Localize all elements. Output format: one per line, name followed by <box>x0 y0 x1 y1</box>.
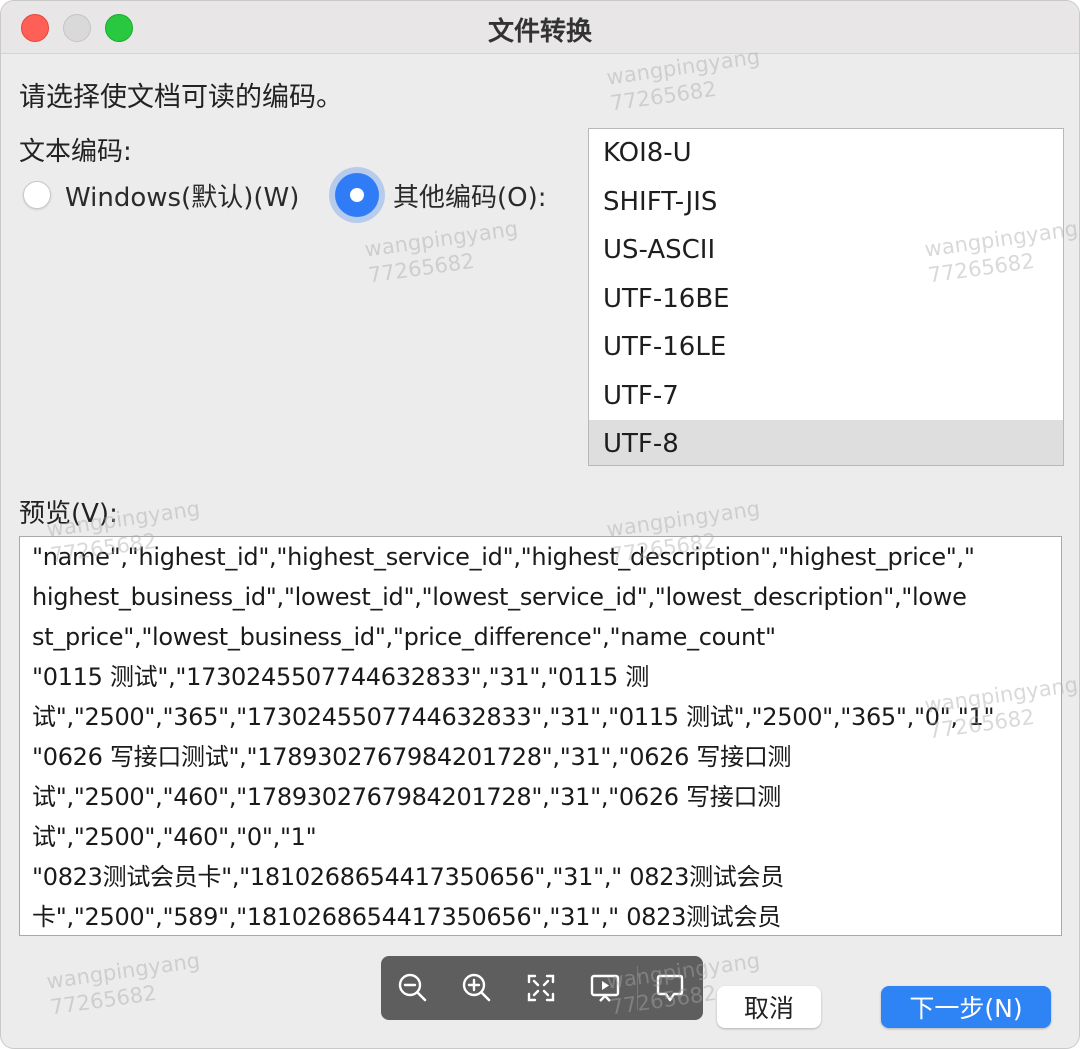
radio-windows-default[interactable]: Windows(默认)(W) <box>23 173 299 217</box>
image-viewer-toolbar <box>381 956 703 1020</box>
radio-dot <box>350 188 364 202</box>
comment-icon <box>656 974 684 1002</box>
encoding-option[interactable]: KOI8-U <box>589 129 1063 178</box>
watermark: wangpingyang 77265682 <box>45 948 202 1020</box>
window-title: 文件转换 <box>487 17 592 47</box>
watermark: wangpingyang 77265682 <box>605 44 762 116</box>
text-encoding-label: 文本编码: <box>19 137 132 167</box>
next-step-button[interactable]: 下一步(N) <box>881 986 1051 1028</box>
fullscreen-icon <box>527 974 555 1002</box>
encoding-option[interactable]: UTF-16BE <box>589 275 1063 324</box>
radio-checked-icon[interactable] <box>335 173 379 217</box>
encoding-option[interactable]: UTF-16LE <box>589 323 1063 372</box>
radio-other-encoding[interactable]: 其他编码(O): <box>335 173 547 217</box>
encoding-option[interactable]: SHIFT-JIS <box>589 178 1063 227</box>
radio-windows-label: Windows(默认)(W) <box>65 182 300 213</box>
zoom-out-icon <box>398 973 427 1002</box>
preview-text-area[interactable]: "name","highest_id","highest_service_id"… <box>19 536 1062 936</box>
present-icon <box>590 974 620 1002</box>
preview-line: st_price","lowest_business_id","price_di… <box>32 623 776 651</box>
preview-line: "0626 写接口测试","1789302767984201728","31",… <box>32 743 792 771</box>
zoom-in-icon <box>462 973 491 1002</box>
preview-label: 预览(V): <box>19 499 118 529</box>
encoding-list[interactable]: KOI8-U SHIFT-JIS US-ASCII UTF-16BE UTF-16LE U… <box>588 128 1064 466</box>
encoding-option[interactable]: UTF-7 <box>589 372 1063 421</box>
encoding-option[interactable]: US-ASCII <box>589 226 1063 275</box>
present-button[interactable] <box>573 956 637 1020</box>
preview-line: "0115 测试","1730245507744632833","31","01… <box>32 663 650 691</box>
cancel-button[interactable]: 取消 <box>717 986 821 1028</box>
radio-unchecked-icon[interactable] <box>23 181 51 209</box>
comment-button[interactable] <box>638 956 702 1020</box>
radio-other-label: 其他编码(O): <box>393 182 547 213</box>
preview-line: 试","2500","460","1789302767984201728","3… <box>32 783 781 811</box>
fullscreen-button[interactable] <box>509 956 573 1020</box>
preview-line: 卡","2500","589","1810268654417350656","3… <box>32 903 781 931</box>
title-bar: 文件转换 <box>1 1 1079 54</box>
zoom-in-button[interactable] <box>445 956 509 1020</box>
zoom-out-button[interactable] <box>381 956 445 1020</box>
preview-line: 试","2500","460","0","1" <box>32 823 317 851</box>
watermark: wangpingyang 77265682 <box>363 216 520 288</box>
preview-line: 试","2500","365","1730245507744632833","3… <box>32 703 995 731</box>
preview-line: highest_business_id","lowest_id","lowest… <box>32 583 967 611</box>
encoding-option[interactable]: UTF-8 <box>589 420 1063 465</box>
preview-line: "0823测试会员卡","1810268654417350656","31","… <box>32 863 784 891</box>
instruction-text: 请选择使文档可读的编码。 <box>19 82 343 113</box>
preview-line: "name","highest_id","highest_service_id"… <box>32 543 975 571</box>
file-conversion-dialog: 文件转换 请选择使文档可读的编码。 文本编码: Windows(默认)(W) 其… <box>0 0 1080 1049</box>
